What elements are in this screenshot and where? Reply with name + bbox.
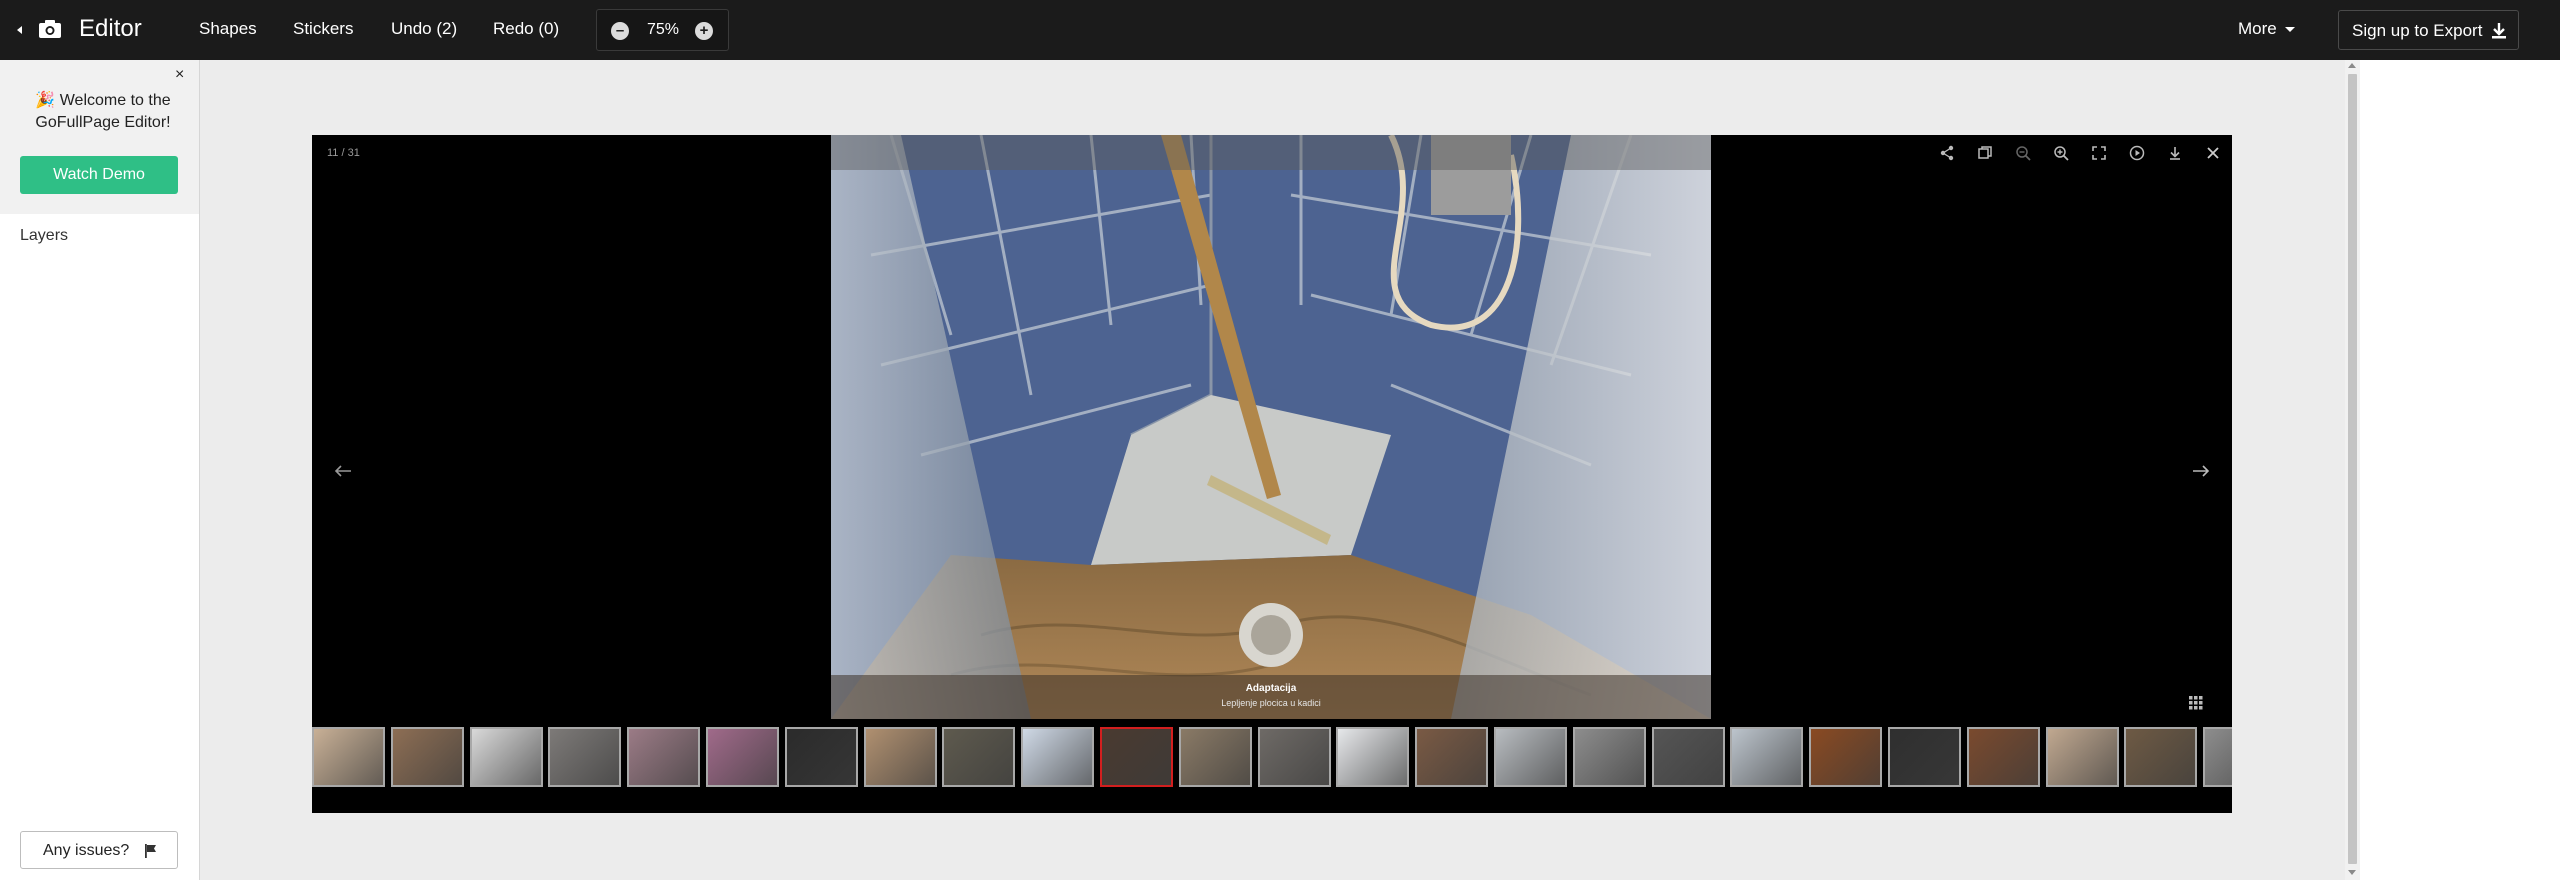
- thumbnail-item[interactable]: [1178, 727, 1252, 787]
- thumbnail-item[interactable]: [942, 727, 1016, 787]
- thumbnail-item[interactable]: [1651, 727, 1725, 787]
- thumbnail-item[interactable]: [863, 727, 937, 787]
- thumbnail-item[interactable]: [706, 727, 779, 787]
- screenshot-lightbox[interactable]: 11 / 31 Adaptacija Lepljenje plocica u k…: [312, 135, 2232, 813]
- thumbnail-strip: [312, 727, 2232, 787]
- sign-up-export-button[interactable]: Sign up to Export: [2338, 10, 2519, 50]
- any-issues-button[interactable]: Any issues?: [20, 831, 178, 869]
- thumbnail-item[interactable]: [2124, 727, 2198, 787]
- scroll-down-icon[interactable]: [2348, 870, 2356, 875]
- chevron-down-icon: [2284, 27, 2295, 33]
- sign-up-label: Sign up to Export: [2352, 21, 2483, 40]
- thumbnail-item[interactable]: [1415, 727, 1489, 787]
- close-icon[interactable]: ×: [175, 66, 184, 84]
- zoom-level: 75%: [646, 21, 680, 38]
- more-label: More: [2238, 19, 2277, 38]
- thumbnail-item[interactable]: [1730, 727, 1804, 787]
- thumbnail-item[interactable]: [2045, 727, 2119, 787]
- download-icon[interactable]: [2166, 144, 2184, 162]
- welcome-message: 🎉 Welcome to the GoFullPage Editor!: [35, 92, 171, 131]
- fullscreen-icon[interactable]: [2090, 144, 2108, 162]
- scroll-thumb[interactable]: [2348, 74, 2357, 864]
- undo-button[interactable]: Undo (2): [391, 19, 457, 39]
- app-title: Editor: [79, 15, 142, 42]
- thumbnail-item[interactable]: [1809, 727, 1883, 787]
- stickers-button[interactable]: Stickers: [293, 19, 353, 39]
- watch-demo-button[interactable]: Watch Demo: [20, 156, 178, 194]
- previous-arrow-icon[interactable]: [332, 462, 354, 480]
- main-photo: Adaptacija Lepljenje plocica u kadici: [831, 135, 1711, 719]
- zoom-control: – 75% +: [596, 9, 729, 51]
- thumbnail-item[interactable]: [548, 727, 622, 787]
- shapes-button[interactable]: Shapes: [199, 19, 257, 39]
- left-sidebar: × 🎉 Welcome to the GoFullPage Editor! Wa…: [0, 60, 200, 880]
- thumbnail-item[interactable]: [390, 727, 464, 787]
- thumbnail-item[interactable]: [312, 727, 385, 787]
- copy-icon[interactable]: [1976, 144, 1994, 162]
- caption-subtitle: Lepljenje plocica u kadici: [1221, 698, 1321, 708]
- image-counter: 11 / 31: [327, 147, 360, 159]
- thumbnail-item[interactable]: [1966, 727, 2040, 787]
- thumbnail-item[interactable]: [1100, 727, 1173, 787]
- zoom-in-button[interactable]: +: [695, 22, 713, 40]
- flag-icon: [145, 844, 156, 858]
- download-icon: [2492, 23, 2506, 39]
- thumbnail-item[interactable]: [1336, 727, 1410, 787]
- caption-title: Adaptacija: [1245, 683, 1297, 694]
- share-icon[interactable]: [1938, 144, 1956, 162]
- thumbnail-item[interactable]: [1888, 727, 1961, 787]
- vertical-scrollbar[interactable]: [2345, 60, 2360, 880]
- top-bar: Editor Shapes Stickers Undo (2) Redo (0)…: [0, 0, 2560, 60]
- zoom-out-button[interactable]: –: [611, 22, 629, 40]
- close-icon[interactable]: [2204, 144, 2222, 162]
- thumbnail-item[interactable]: [469, 727, 543, 787]
- photo-caption: Adaptacija Lepljenje plocica u kadici: [831, 675, 1711, 719]
- layers-heading: Layers: [20, 227, 69, 244]
- zoom-out-icon[interactable]: [2014, 144, 2032, 162]
- camera-icon: [39, 20, 61, 38]
- next-arrow-icon[interactable]: [2190, 462, 2212, 480]
- thumbnail-item[interactable]: [2203, 727, 2232, 787]
- thumbnail-item[interactable]: [1572, 727, 1646, 787]
- thumbnail-item[interactable]: [784, 727, 858, 787]
- lightbox-toolbar: [1938, 144, 2219, 162]
- redo-button[interactable]: Redo (0): [493, 19, 559, 39]
- back-arrow-icon[interactable]: [14, 22, 28, 38]
- bathroom-photo-image: [831, 135, 1711, 719]
- any-issues-label: Any issues?: [43, 842, 130, 859]
- scroll-up-icon[interactable]: [2348, 63, 2356, 68]
- play-slideshow-icon[interactable]: [2128, 144, 2146, 162]
- welcome-panel: × 🎉 Welcome to the GoFullPage Editor! Wa…: [0, 60, 199, 214]
- thumbnail-grid-icon[interactable]: [2189, 696, 2203, 710]
- thumbnail-item[interactable]: [1494, 727, 1567, 787]
- thumbnail-item[interactable]: [1021, 727, 1095, 787]
- zoom-in-icon[interactable]: [2052, 144, 2070, 162]
- more-menu-button[interactable]: More: [2238, 19, 2295, 39]
- thumbnail-item[interactable]: [1257, 727, 1331, 787]
- thumbnail-item[interactable]: [627, 727, 701, 787]
